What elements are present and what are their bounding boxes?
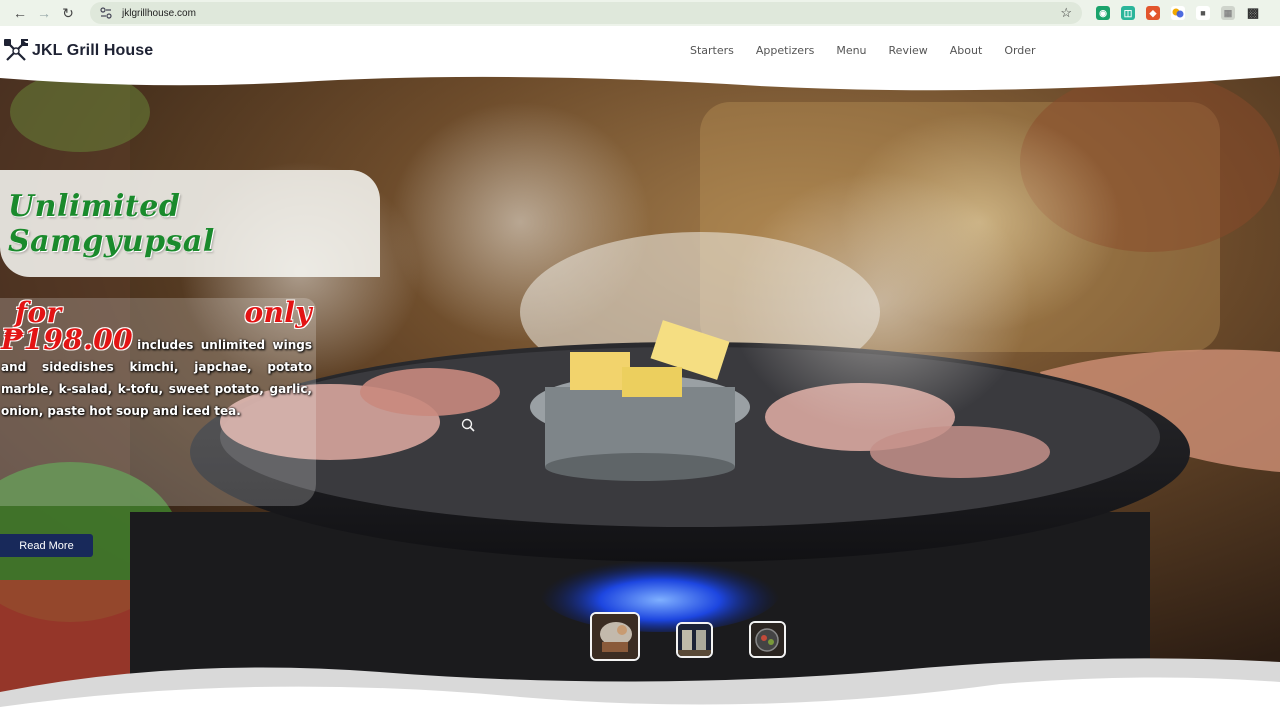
nav-appetizers[interactable]: Appetizers [756,44,814,57]
thumbnail-3[interactable] [749,621,786,658]
browser-toolbar: ← → ↻ jklgrillhouse.com ☆ ◉ ◫ ◆ ■ ▦ ▩ [0,0,1280,26]
read-more-button[interactable]: Read More [0,534,93,557]
extension-1-icon[interactable]: ◉ [1096,6,1110,20]
url-text[interactable]: jklgrillhouse.com [122,8,196,19]
magnifier-icon [461,418,475,432]
hero-title-card: Unlimited Samgyupsal [0,170,380,277]
grill-tools-icon [4,38,28,61]
extensions-puzzle-icon[interactable]: ▩ [1246,5,1260,20]
brand-name: JKL Grill House [32,41,154,59]
site-settings-icon[interactable] [98,5,114,21]
bookmark-star-icon[interactable]: ☆ [1060,5,1072,21]
thumbnail-1[interactable] [590,612,640,661]
address-bar[interactable]: jklgrillhouse.com ☆ [90,2,1082,24]
extension-4-icon[interactable] [1171,6,1185,20]
reload-icon[interactable]: ↻ [56,2,80,24]
nav-starters[interactable]: Starters [690,44,734,57]
extension-5-icon[interactable]: ■ [1196,6,1210,20]
nav-review[interactable]: Review [889,44,928,57]
hero-description: for only ₱198.00 includes unlimited wings… [1,299,312,422]
nav-menu[interactable]: Menu [836,44,866,57]
site-header: JKL Grill House Starters Appetizers Menu… [0,29,1280,72]
nav-order[interactable]: Order [1004,44,1035,57]
forward-arrow-icon[interactable]: → [32,2,56,24]
brand-logo[interactable]: JKL Grill House [3,38,153,64]
back-arrow-icon[interactable]: ← [8,2,32,24]
extensions-bar: ◉ ◫ ◆ ■ ▦ ▩ [1096,5,1260,20]
extension-2-icon[interactable]: ◫ [1121,6,1135,20]
hero-section: Unlimited Samgyupsal for only ₱198.00 inc… [0,72,1280,720]
thumbnail-2[interactable] [676,622,713,658]
main-nav: Starters Appetizers Menu Review About Or… [690,29,1058,72]
nav-about[interactable]: About [950,44,983,57]
hero-title: Unlimited Samgyupsal [8,188,215,259]
extension-3-icon[interactable]: ◆ [1146,6,1160,20]
extension-6-icon[interactable]: ▦ [1221,6,1235,20]
